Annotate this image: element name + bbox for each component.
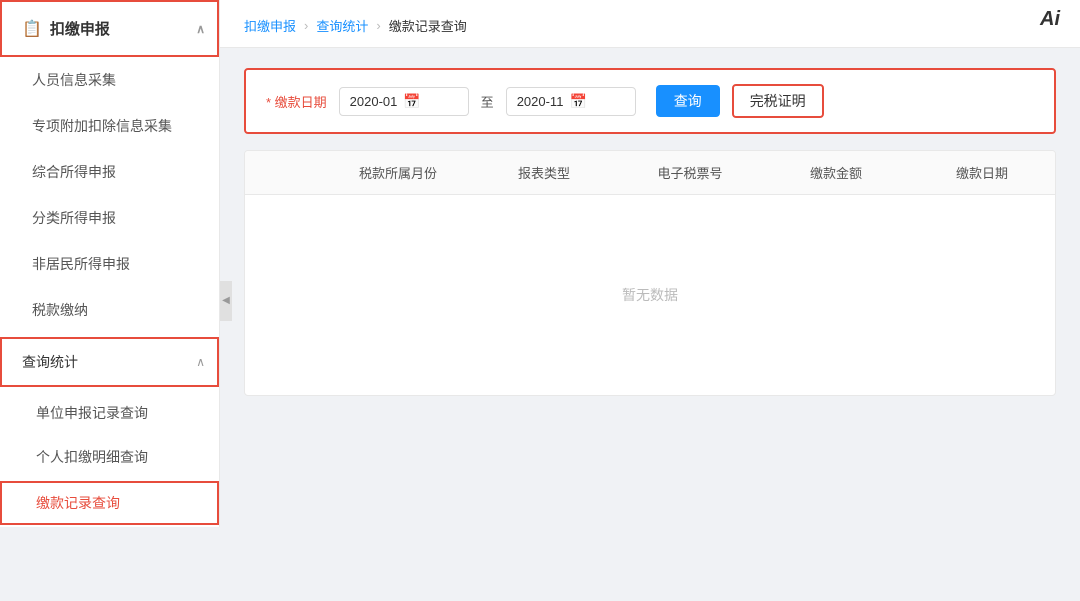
sidebar-wrapper: 📋 扣缴申报 ∧ 人员信息采集 专项附加扣除信息采集 综合所得申报 分类所得申报… [0, 0, 220, 601]
sidebar-item-tax-payment[interactable]: 税款缴纳 [0, 287, 219, 333]
filter-to-label: 至 [481, 92, 494, 111]
breadcrumb-current: 缴款记录查询 [389, 16, 467, 35]
sidebar-item-personal-query[interactable]: 个人扣缴明细查询 [0, 435, 219, 479]
col-ticket: 电子税票号 [617, 151, 763, 194]
breadcrumb-link-1[interactable]: 扣缴申报 [244, 16, 296, 35]
table-header: 税款所属月份 报表类型 电子税票号 缴款金额 缴款日期 [245, 151, 1055, 195]
empty-state-text: 暂无数据 [622, 285, 678, 305]
calendar-start-icon: 📅 [403, 93, 420, 110]
col-type: 报表类型 [471, 151, 617, 194]
sidebar-item-special[interactable]: 专项附加扣除信息采集 [0, 103, 219, 149]
sidebar-item-comprehensive[interactable]: 综合所得申报 [0, 149, 219, 195]
content-area: * 缴款日期 2020-01 📅 至 2020-11 📅 查询 完税证明 税款所… [220, 48, 1080, 601]
sidebar-item-nonresident[interactable]: 非居民所得申报 [0, 241, 219, 287]
sidebar-header-chevron: ∧ [196, 22, 205, 36]
ai-label: Ai [1040, 8, 1060, 31]
breadcrumb-sep-1: › [304, 18, 308, 33]
sidebar-section-query[interactable]: 查询统计 ∧ [0, 337, 219, 387]
sidebar-collapse-button[interactable]: ◀ [220, 281, 232, 321]
sidebar-section-label: 查询统计 [22, 352, 78, 372]
calendar-end-icon: 📅 [569, 93, 586, 110]
date-end-value: 2020-11 [517, 94, 564, 109]
breadcrumb-link-2[interactable]: 查询统计 [316, 16, 368, 35]
col-idx [245, 151, 325, 194]
sidebar-header[interactable]: 📋 扣缴申报 ∧ [0, 0, 219, 57]
sidebar-item-payment-query[interactable]: 缴款记录查询 [0, 481, 219, 525]
cert-button[interactable]: 完税证明 [732, 84, 824, 118]
sidebar-header-label: 扣缴申报 [50, 18, 110, 39]
query-button[interactable]: 查询 [656, 85, 720, 117]
sidebar-header-icon: 📋 [22, 19, 42, 39]
col-month: 税款所属月份 [325, 151, 471, 194]
date-start-input[interactable]: 2020-01 📅 [339, 87, 469, 116]
sidebar-item-unit-query[interactable]: 单位申报记录查询 [0, 391, 219, 435]
table-body: 暂无数据 [245, 195, 1055, 395]
breadcrumb: 扣缴申报 › 查询统计 › 缴款记录查询 [220, 0, 1080, 48]
data-table: 税款所属月份 报表类型 电子税票号 缴款金额 缴款日期 暂无数据 [244, 150, 1056, 396]
sidebar-section-chevron: ∧ [196, 355, 205, 369]
sidebar-item-personnel[interactable]: 人员信息采集 [0, 57, 219, 103]
col-date: 缴款日期 [909, 151, 1055, 194]
date-end-input[interactable]: 2020-11 📅 [506, 87, 636, 116]
date-start-value: 2020-01 [350, 94, 398, 109]
sidebar-item-category[interactable]: 分类所得申报 [0, 195, 219, 241]
breadcrumb-sep-2: › [376, 18, 380, 33]
filter-date-label: * 缴款日期 [266, 92, 327, 111]
filter-bar: * 缴款日期 2020-01 📅 至 2020-11 📅 查询 完税证明 [244, 68, 1056, 134]
col-amount: 缴款金额 [763, 151, 909, 194]
sidebar: 📋 扣缴申报 ∧ 人员信息采集 专项附加扣除信息采集 综合所得申报 分类所得申报… [0, 0, 220, 527]
main-content: 扣缴申报 › 查询统计 › 缴款记录查询 Ai * 缴款日期 2020-01 📅… [220, 0, 1080, 601]
